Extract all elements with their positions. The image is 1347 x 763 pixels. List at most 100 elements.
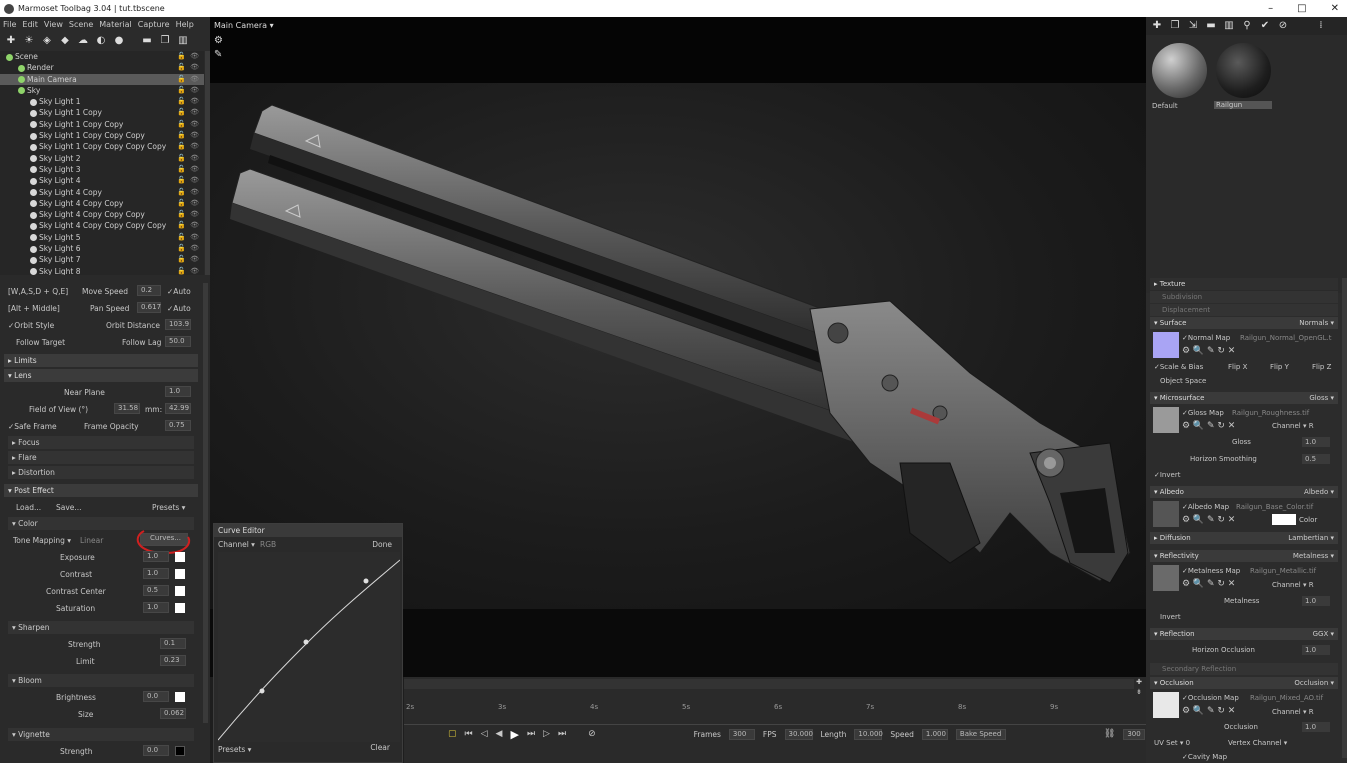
presets-dropdown[interactable]: Presets ▾ <box>152 503 185 512</box>
prev-frame-icon[interactable]: ◁ <box>481 729 488 739</box>
visibility-eye-icon[interactable]: 👁 <box>190 130 199 141</box>
link-icon[interactable]: ⛓ <box>1104 729 1115 739</box>
occlusion-section[interactable]: ▾ Occlusion Occlusion ▾ <box>1150 677 1338 689</box>
visibility-eye-icon[interactable]: 👁 <box>190 243 199 254</box>
visibility-eye-icon[interactable]: 👁 <box>190 74 199 85</box>
gloss-map-file[interactable]: Railgun_Roughness.tif <box>1232 409 1309 417</box>
settings-scrollbar[interactable] <box>203 283 208 723</box>
outliner-item[interactable]: Sky Light 1 Copy Copy Copy 🔓 👁 <box>0 130 204 141</box>
lock-icon[interactable]: 🔓 <box>177 266 186 275</box>
distortion-section[interactable]: ▸ Distortion <box>8 466 194 479</box>
reflectivity-mode-dropdown[interactable]: Metalness ▾ <box>1293 550 1334 562</box>
flip-x-checkbox[interactable]: Flip X <box>1228 363 1247 371</box>
reflection-section[interactable]: ▾ Reflection GGX ▾ <box>1150 628 1338 640</box>
lock-icon[interactable]: 🔓 <box>177 254 186 265</box>
speed-field[interactable]: 1.000 <box>921 728 948 740</box>
curve-point-3[interactable] <box>363 578 369 584</box>
add-sky-icon[interactable]: ● <box>112 34 126 48</box>
saturation-field[interactable]: 1.0 <box>143 602 169 613</box>
go-end-icon[interactable]: ⏭ <box>558 729 566 739</box>
loop-icon[interactable]: ▢ <box>448 729 457 739</box>
lock-icon[interactable]: 🔓 <box>177 85 186 96</box>
delete-material-icon[interactable]: ▥ <box>1222 19 1236 33</box>
timeline-more-icon[interactable]: ⇟ <box>1136 688 1142 696</box>
menu-capture[interactable]: Capture <box>135 20 173 29</box>
lock-icon[interactable]: 🔓 <box>177 164 186 175</box>
flip-y-checkbox[interactable]: Flip Y <box>1270 363 1289 371</box>
reflectivity-section[interactable]: ▾ Reflectivity Metalness ▾ <box>1150 550 1338 562</box>
menu-file[interactable]: File <box>0 20 19 29</box>
exposure-color-swatch[interactable] <box>175 552 185 562</box>
visibility-eye-icon[interactable]: 👁 <box>190 85 199 96</box>
limit-field[interactable]: 0.23 <box>160 655 186 666</box>
play-icon[interactable]: ▶ <box>510 728 518 741</box>
displacement-section[interactable]: Displacement <box>1150 304 1338 316</box>
lock-icon[interactable]: 🔓 <box>177 175 186 186</box>
gloss-map-tools[interactable]: ⚙ 🔍 ✎ ↻ ✕ <box>1182 421 1235 431</box>
normal-map-file[interactable]: Railgun_Normal_OpenGL.t <box>1240 334 1332 342</box>
reflection-mode-dropdown[interactable]: GGX ▾ <box>1313 628 1334 640</box>
folder-material-icon[interactable]: ▬ <box>1204 19 1218 33</box>
horizon-occlusion-field[interactable]: 1.0 <box>1302 645 1330 655</box>
step-back-icon[interactable]: ◀ <box>496 729 503 739</box>
visibility-eye-icon[interactable]: 👁 <box>190 266 199 275</box>
import-material-icon[interactable]: ⇲ <box>1186 19 1200 33</box>
go-start-icon[interactable]: ⏮ <box>465 729 473 739</box>
saturation-color-swatch[interactable] <box>175 603 185 613</box>
channel-value[interactable]: RGB <box>260 540 276 549</box>
outliner-item[interactable]: Scene 🔓 👁 <box>0 51 204 62</box>
secondary-reflection-section[interactable]: Secondary Reflection <box>1150 663 1338 675</box>
clear-button[interactable]: Clear <box>370 743 390 752</box>
timeline-add-icon[interactable]: ✚ <box>1136 678 1142 686</box>
diffusion-mode-dropdown[interactable]: Lambertian ▾ <box>1288 532 1334 544</box>
contrast-field[interactable]: 1.0 <box>143 568 169 579</box>
sharpen-section[interactable]: ▾ Sharpen <box>8 621 194 634</box>
visibility-eye-icon[interactable]: 👁 <box>190 119 199 130</box>
microsurface-mode-dropdown[interactable]: Gloss ▾ <box>1309 392 1334 404</box>
move-speed-field[interactable]: 0.2 <box>137 285 161 296</box>
exposure-field[interactable]: 1.0 <box>143 551 169 562</box>
albedo-color-swatch[interactable] <box>1272 514 1296 525</box>
outliner-item[interactable]: Sky Light 1 Copy 🔓 👁 <box>0 107 204 118</box>
add-shadow-catcher-icon[interactable]: ◆ <box>58 34 72 48</box>
contrast-center-field[interactable]: 0.5 <box>143 585 169 596</box>
outliner-item[interactable]: Sky Light 1 Copy Copy 🔓 👁 <box>0 119 204 130</box>
lock-icon[interactable]: 🔓 <box>177 141 186 152</box>
outliner-item[interactable]: Sky Light 2 🔓 👁 <box>0 153 204 164</box>
visibility-eye-icon[interactable]: 👁 <box>190 51 199 62</box>
near-plane-field[interactable]: 1.0 <box>165 386 191 397</box>
menu-view[interactable]: View <box>41 20 66 29</box>
microsurface-section[interactable]: ▾ Microsurface Gloss ▾ <box>1150 392 1338 404</box>
outliner-item[interactable]: Sky Light 4 Copy Copy Copy 🔓 👁 <box>0 209 204 220</box>
lock-icon[interactable]: 🔓 <box>177 232 186 243</box>
curve-point-1[interactable] <box>259 688 265 694</box>
horizon-smoothing-field[interactable]: 0.5 <box>1302 454 1330 464</box>
curve-graph[interactable] <box>218 552 400 742</box>
visibility-eye-icon[interactable]: 👁 <box>190 164 199 175</box>
occlusion-map-thumbnail[interactable] <box>1153 692 1179 718</box>
lock-icon[interactable]: 🔓 <box>177 220 186 231</box>
lock-icon[interactable]: 🔓 <box>177 107 186 118</box>
vignette-color-swatch[interactable] <box>175 746 185 756</box>
vignette-strength-field[interactable]: 0.0 <box>143 745 169 756</box>
visibility-eye-icon[interactable]: 👁 <box>190 96 199 107</box>
flare-section[interactable]: ▸ Flare <box>8 451 194 464</box>
default-material-preview[interactable] <box>1152 43 1207 98</box>
outliner-item[interactable]: Render 🔓 👁 <box>0 62 204 73</box>
inspector-scrollbar[interactable] <box>1342 278 1347 758</box>
done-button[interactable]: Done <box>372 540 392 549</box>
follow-target-label[interactable]: Follow Target <box>16 338 65 347</box>
fps-field[interactable]: 30.000 <box>784 728 813 740</box>
orbit-style-checkbox[interactable]: ✓Orbit Style <box>8 321 54 330</box>
minimize-button[interactable]: – <box>1268 3 1273 14</box>
vertex-channel-dropdown[interactable]: Vertex Channel ▾ <box>1228 739 1287 747</box>
focus-section[interactable]: ▸ Focus <box>8 436 194 449</box>
occlusion-map-file[interactable]: Railgun_Mixed_AO.tif <box>1250 694 1323 702</box>
visibility-eye-icon[interactable]: 👁 <box>190 209 199 220</box>
railgun-material-preview[interactable] <box>1216 43 1271 98</box>
metalness-map-tools[interactable]: ⚙ 🔍 ✎ ↻ ✕ <box>1182 579 1235 589</box>
frame-opacity-field[interactable]: 0.75 <box>165 420 191 431</box>
auto-move-checkbox[interactable]: ✓Auto <box>167 287 191 296</box>
albedo-map-checkbox[interactable]: ✓Albedo Map <box>1182 503 1229 511</box>
uv-set-dropdown[interactable]: UV Set ▾ 0 <box>1154 739 1190 747</box>
